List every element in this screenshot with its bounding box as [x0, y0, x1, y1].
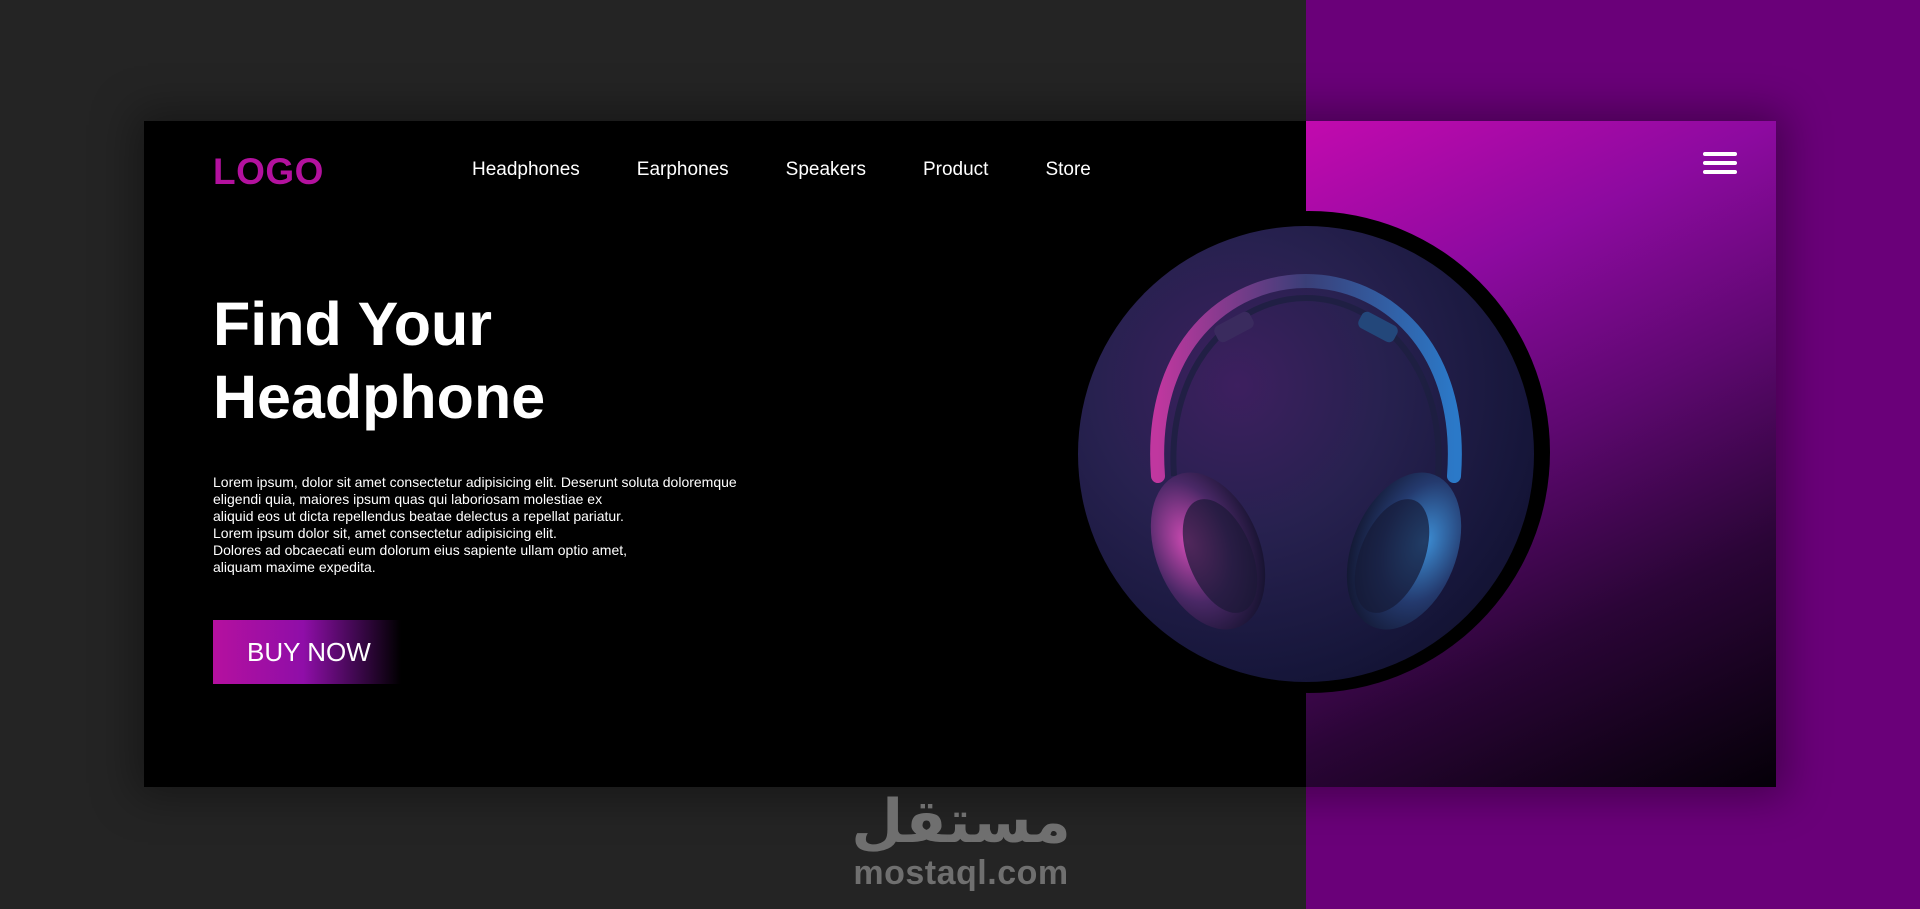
buy-now-label: BUY NOW — [247, 636, 371, 667]
watermark-url: mostaql.com — [853, 854, 1069, 892]
hero-title-line: Find Your — [213, 290, 492, 358]
description-line: aliquam maxime expedita. — [213, 559, 376, 575]
description-line: aliquid eos ut dicta repellendus beatae … — [213, 508, 624, 524]
nav-headphones[interactable]: Headphones — [472, 159, 580, 181]
description-line: eligendi quia, maiores ipsum quas qui la… — [213, 491, 603, 507]
menu-bar — [1703, 161, 1737, 165]
hamburger-menu-icon[interactable] — [1703, 152, 1737, 178]
nav-store[interactable]: Store — [1045, 159, 1090, 181]
description-line: Lorem ipsum, dolor sit amet consectetur … — [213, 474, 737, 490]
menu-bar — [1703, 152, 1737, 156]
main-nav: Headphones Earphones Speakers Product St… — [472, 159, 1091, 181]
menu-bar — [1703, 170, 1737, 174]
nav-speakers[interactable]: Speakers — [786, 159, 866, 181]
landing-page-card: LOGO Headphones Earphones Speakers Produ… — [144, 121, 1776, 787]
nav-earphones[interactable]: Earphones — [637, 159, 729, 181]
watermark: مستقل mostaql.com — [846, 790, 1076, 892]
hero-title-line: Headphone — [213, 363, 546, 431]
logo[interactable]: LOGO — [213, 151, 324, 193]
description-line: Dolores ad obcaecati eum dolorum eius sa… — [213, 542, 628, 558]
nav-product[interactable]: Product — [923, 159, 988, 181]
buy-now-button[interactable]: BUY NOW — [213, 620, 401, 684]
hero-description: Lorem ipsum, dolor sit amet consectetur … — [213, 474, 813, 576]
description-line: Lorem ipsum dolor sit, amet consectetur … — [213, 525, 557, 541]
watermark-arabic: مستقل — [851, 787, 1071, 857]
headphones-image — [1078, 226, 1534, 682]
hero-title: Find Your Headphone — [213, 288, 545, 434]
